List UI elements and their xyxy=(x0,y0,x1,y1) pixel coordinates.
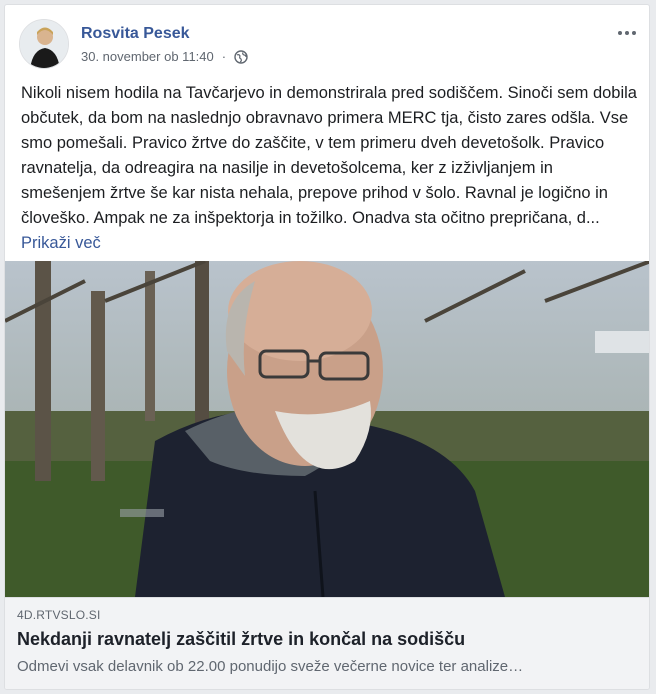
post-body: Nikoli nisem hodila na Tavčarjevo in dem… xyxy=(21,84,637,227)
post-card: Rosvita Pesek 30. november ob 11:40 · Ni… xyxy=(4,4,650,690)
link-description: Odmevi vsak delavnik ob 22.00 ponudijo s… xyxy=(17,658,524,675)
meta-separator: · xyxy=(221,49,227,64)
author-avatar[interactable] xyxy=(19,19,69,69)
link-preview-footer[interactable]: 4D.RTVSLO.SI Nekdanji ravnatelj zaščitil… xyxy=(5,597,649,689)
link-preview-image[interactable] xyxy=(5,261,649,597)
more-options-icon[interactable] xyxy=(615,23,639,43)
globe-icon[interactable] xyxy=(234,49,248,64)
post-timestamp[interactable]: 30. november ob 11:40 xyxy=(81,49,214,64)
post-header: Rosvita Pesek 30. november ob 11:40 · xyxy=(19,19,639,73)
link-domain: 4D.RTVSLO.SI xyxy=(17,608,101,622)
post-text: Nikoli nisem hodila na Tavčarjevo in dem… xyxy=(21,81,637,256)
see-more-link[interactable]: Prikaži več xyxy=(21,234,101,252)
author-name[interactable]: Rosvita Pesek xyxy=(81,25,190,43)
link-title[interactable]: Nekdanji ravnatelj zaščitil žrtve in kon… xyxy=(17,628,639,650)
avatar-image xyxy=(20,20,68,68)
post-meta: 30. november ob 11:40 · xyxy=(81,49,248,64)
